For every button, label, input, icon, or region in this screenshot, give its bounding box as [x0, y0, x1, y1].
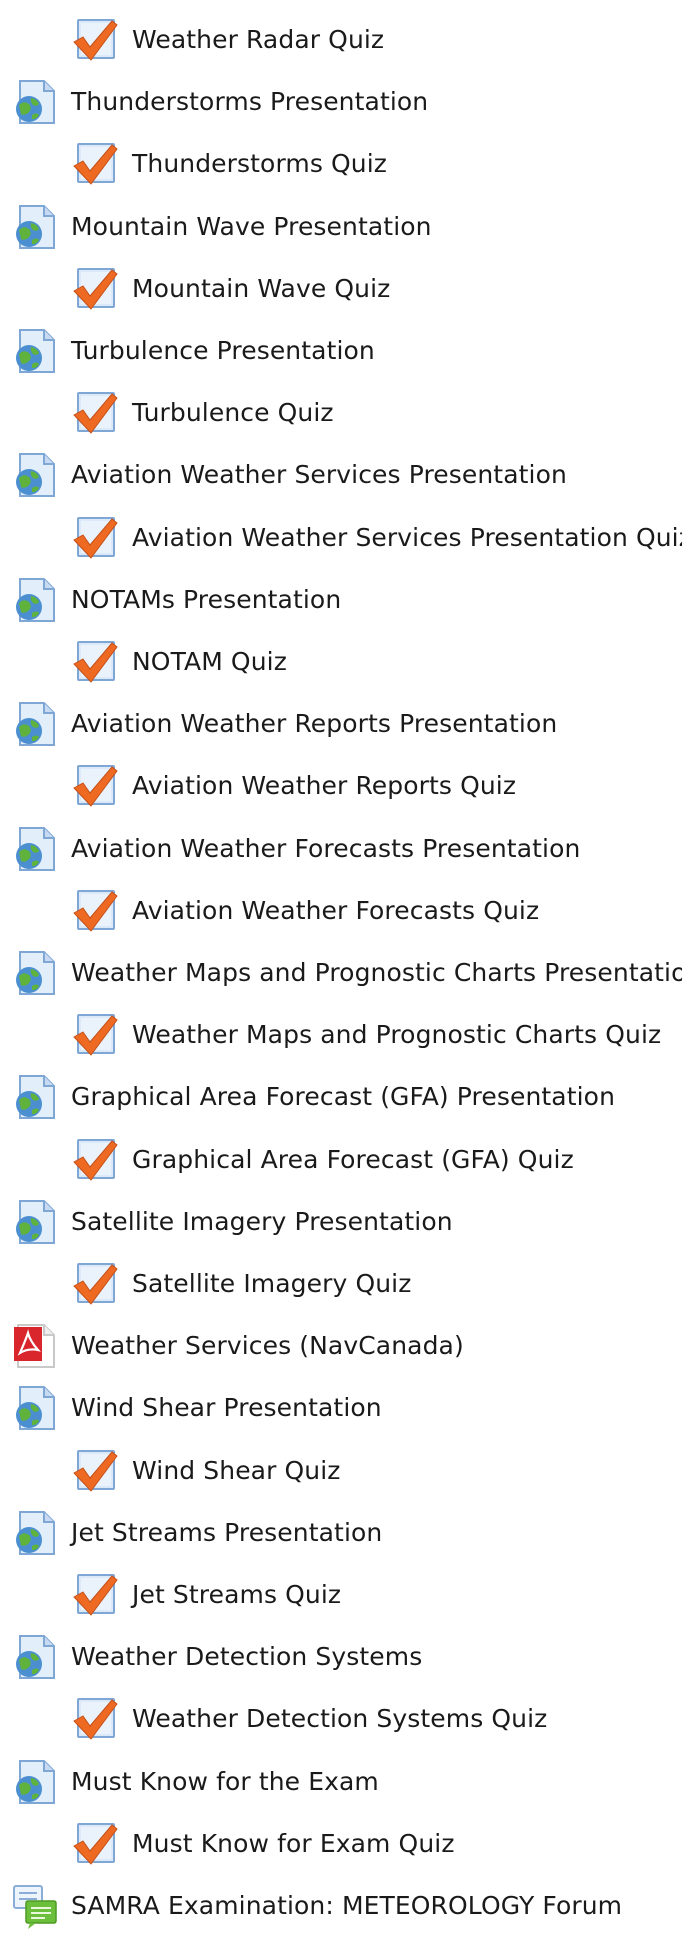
quiz-activity-link[interactable]: Weather Radar Quiz	[0, 9, 384, 71]
activity-label: Turbulence Quiz	[132, 398, 334, 428]
quiz-check-icon	[72, 1012, 118, 1058]
quiz-check-icon	[72, 1696, 118, 1742]
forum-activity-link[interactable]: SAMRA Examination: METEOROLOGY Forum	[0, 1875, 622, 1937]
quiz-check-icon	[72, 1448, 118, 1494]
activity-label: Satellite Imagery Presentation	[71, 1206, 453, 1236]
quiz-activity-link[interactable]: Weather Maps and Prognostic Charts Quiz	[0, 1004, 661, 1066]
quiz-check-icon	[72, 763, 118, 809]
quiz-activity-link[interactable]: Satellite Imagery Quiz	[0, 1253, 411, 1315]
page-activity-link[interactable]: Mountain Wave Presentation	[0, 196, 432, 258]
activity-label: Aviation Weather Services Presentation	[71, 460, 567, 490]
web-page-icon	[12, 1385, 58, 1431]
quiz-check-icon	[72, 390, 118, 436]
web-page-icon	[12, 1074, 58, 1120]
activity-label: Graphical Area Forecast (GFA) Presentati…	[71, 1082, 616, 1112]
activity-label: Mountain Wave Presentation	[71, 211, 432, 241]
activity-label: Mountain Wave Quiz	[132, 273, 391, 303]
quiz-check-icon	[72, 141, 118, 187]
web-page-icon	[12, 577, 58, 623]
page-activity-link[interactable]: Jet Streams Presentation	[0, 1502, 382, 1564]
activity-label: Aviation Weather Services Presentation Q…	[132, 522, 682, 552]
page-activity-link[interactable]: Aviation Weather Services Presentation	[0, 444, 567, 506]
web-page-icon	[12, 1510, 58, 1556]
quiz-check-icon	[72, 1137, 118, 1183]
quiz-activity-link[interactable]: Jet Streams Quiz	[0, 1564, 341, 1626]
quiz-activity-link[interactable]: Aviation Weather Reports Quiz	[0, 755, 516, 817]
activity-label: Weather Maps and Prognostic Charts Quiz	[132, 1020, 662, 1050]
web-page-icon	[12, 79, 58, 125]
quiz-activity-link[interactable]: Turbulence Quiz	[0, 382, 334, 444]
forum-icon	[12, 1883, 58, 1929]
activity-label: Weather Radar Quiz	[132, 25, 385, 54]
quiz-check-icon	[72, 1261, 118, 1307]
pdf-activity-link[interactable]: Weather Services (NavCanada)	[0, 1315, 464, 1377]
quiz-check-icon	[72, 515, 118, 561]
page-activity-link[interactable]: Weather Maps and Prognostic Charts Prese…	[0, 942, 682, 1004]
quiz-check-icon	[72, 1572, 118, 1618]
activity-label: Weather Detection Systems	[71, 1642, 423, 1672]
web-page-icon	[12, 1199, 58, 1245]
web-page-icon	[12, 452, 58, 498]
web-page-icon	[12, 701, 58, 747]
page-activity-link[interactable]: Aviation Weather Forecasts Presentation	[0, 818, 580, 880]
activity-label: Weather Maps and Prognostic Charts Prese…	[71, 958, 682, 987]
activity-label: Aviation Weather Reports Quiz	[132, 771, 517, 801]
web-page-icon	[12, 1759, 58, 1805]
page-activity-link[interactable]: Turbulence Presentation	[0, 320, 375, 382]
activity-label: Turbulence Presentation	[71, 336, 375, 365]
quiz-activity-link[interactable]: Thunderstorms Quiz	[0, 133, 387, 195]
activity-label: Jet Streams Quiz	[132, 1580, 342, 1609]
page-activity-link[interactable]: Wind Shear Presentation	[0, 1377, 382, 1439]
activity-label: Satellite Imagery Quiz	[132, 1269, 412, 1298]
activity-label: Aviation Weather Reports Presentation	[71, 709, 558, 739]
activity-label: Must Know for the Exam	[71, 1766, 379, 1796]
activity-label: Graphical Area Forecast (GFA) Quiz	[132, 1144, 574, 1174]
quiz-activity-link[interactable]: NOTAM Quiz	[0, 631, 287, 693]
page-activity-link[interactable]: Thunderstorms Presentation	[0, 71, 428, 133]
web-page-icon	[12, 826, 58, 872]
page-activity-link[interactable]: Graphical Area Forecast (GFA) Presentati…	[0, 1066, 615, 1128]
activity-label: Aviation Weather Forecasts Presentation	[71, 833, 581, 863]
activity-label: Wind Shear Quiz	[132, 1455, 341, 1485]
page-activity-link[interactable]: Must Know for the Exam	[0, 1751, 379, 1813]
quiz-check-icon	[72, 17, 118, 63]
pdf-file-icon	[12, 1323, 58, 1369]
activity-label: Aviation Weather Forecasts Quiz	[132, 895, 540, 925]
activity-label: Weather Detection Systems Quiz	[132, 1704, 548, 1734]
quiz-activity-link[interactable]: Graphical Area Forecast (GFA) Quiz	[0, 1129, 574, 1191]
quiz-activity-link[interactable]: Aviation Weather Services Presentation Q…	[0, 507, 682, 569]
web-page-icon	[12, 204, 58, 250]
activity-label: Thunderstorms Quiz	[132, 149, 388, 179]
activity-label: Must Know for Exam Quiz	[132, 1828, 455, 1858]
web-page-icon	[12, 328, 58, 374]
activity-label: Thunderstorms Presentation	[71, 87, 429, 117]
quiz-activity-link[interactable]: Mountain Wave Quiz	[0, 258, 390, 320]
activity-label: NOTAMs Presentation	[71, 584, 342, 614]
web-page-icon	[12, 1634, 58, 1680]
page-activity-link[interactable]: NOTAMs Presentation	[0, 569, 341, 631]
quiz-check-icon	[72, 639, 118, 685]
page-activity-link[interactable]: Satellite Imagery Presentation	[0, 1191, 453, 1253]
activity-label: NOTAM Quiz	[132, 647, 287, 676]
web-page-icon	[12, 950, 58, 996]
activity-label: Jet Streams Presentation	[71, 1517, 383, 1547]
quiz-check-icon	[72, 266, 118, 312]
quiz-check-icon	[72, 888, 118, 934]
activity-label: Weather Services (NavCanada)	[71, 1331, 464, 1361]
quiz-check-icon	[72, 1821, 118, 1867]
activity-label: Wind Shear Presentation	[71, 1393, 382, 1423]
page-activity-link[interactable]: Aviation Weather Reports Presentation	[0, 693, 557, 755]
quiz-activity-link[interactable]: Aviation Weather Forecasts Quiz	[0, 880, 539, 942]
quiz-activity-link[interactable]: Must Know for Exam Quiz	[0, 1813, 455, 1875]
quiz-activity-link[interactable]: Wind Shear Quiz	[0, 1440, 341, 1502]
quiz-activity-link[interactable]: Weather Detection Systems Quiz	[0, 1688, 547, 1750]
page-activity-link[interactable]: Weather Detection Systems	[0, 1626, 422, 1688]
